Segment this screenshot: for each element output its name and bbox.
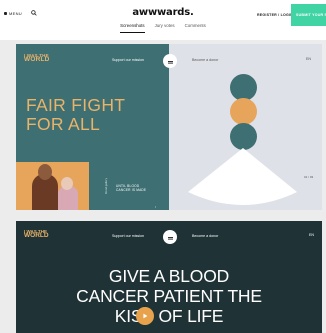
donor-link: Become a donor xyxy=(192,58,219,62)
tab-jury-votes[interactable]: Jury votes xyxy=(155,23,175,33)
side-label: blood gallery xyxy=(104,178,108,194)
teal-ball-top xyxy=(230,74,257,101)
headline2-line-2: CANCER PATIENT THE xyxy=(76,286,262,306)
language-label-2: EN xyxy=(309,233,314,237)
play-button[interactable] xyxy=(136,307,154,325)
headline2-line-3: KISS OF LIFE xyxy=(114,306,224,326)
photo xyxy=(16,162,89,210)
brand-logo: I WAS THE WORLD xyxy=(24,53,50,63)
headline-line-2: FOR ALL xyxy=(26,114,101,134)
register-login-link[interactable]: REGISTER / LOGIN xyxy=(257,13,293,17)
hamburger-icon-2 xyxy=(163,230,177,244)
donor-link-2: Become a donor xyxy=(192,234,219,238)
slash-mark: / xyxy=(155,205,156,209)
top-bar: MENU awwwards. REGISTER / LOGIN SUBMIT Y… xyxy=(0,0,326,40)
tab-screenshots[interactable]: Screenshots xyxy=(120,23,145,33)
headline-line-1: FAIR FIGHT xyxy=(26,95,126,115)
support-link: Support our mission xyxy=(112,58,144,62)
tagline-line-2: CANCER IS MADE xyxy=(116,188,147,192)
screenshot-1[interactable]: I WAS THE WORLD Support our mission Beco… xyxy=(16,44,322,210)
hamburger-icon xyxy=(163,54,177,68)
support-link-2: Support our mission xyxy=(112,234,144,238)
play-icon xyxy=(143,313,148,319)
headline: FAIR FIGHT FOR ALL xyxy=(26,96,125,134)
headline-2: GIVE A BLOOD CANCER PATIENT THE KISS OF … xyxy=(16,266,322,326)
brand-logo-2: I WAS THE WORLD xyxy=(24,229,49,239)
logo-text[interactable]: awwwards. xyxy=(132,7,193,18)
cone-shape xyxy=(188,148,297,205)
tagline: UNTIL BLOOD CANCER IS MADE xyxy=(116,184,146,192)
headline2-line-1: GIVE A BLOOD xyxy=(108,266,230,286)
tab-comments[interactable]: Comments xyxy=(185,23,206,33)
brand2-line-2: WORLD xyxy=(24,232,49,239)
screenshot-2[interactable]: I WAS THE WORLD Support our mission Beco… xyxy=(16,221,322,333)
language-label: EN xyxy=(306,57,311,61)
orange-ball xyxy=(230,98,257,125)
brand-line-2: WORLD xyxy=(24,56,50,63)
tab-bar: Screenshots Jury votes Comments xyxy=(0,23,326,33)
